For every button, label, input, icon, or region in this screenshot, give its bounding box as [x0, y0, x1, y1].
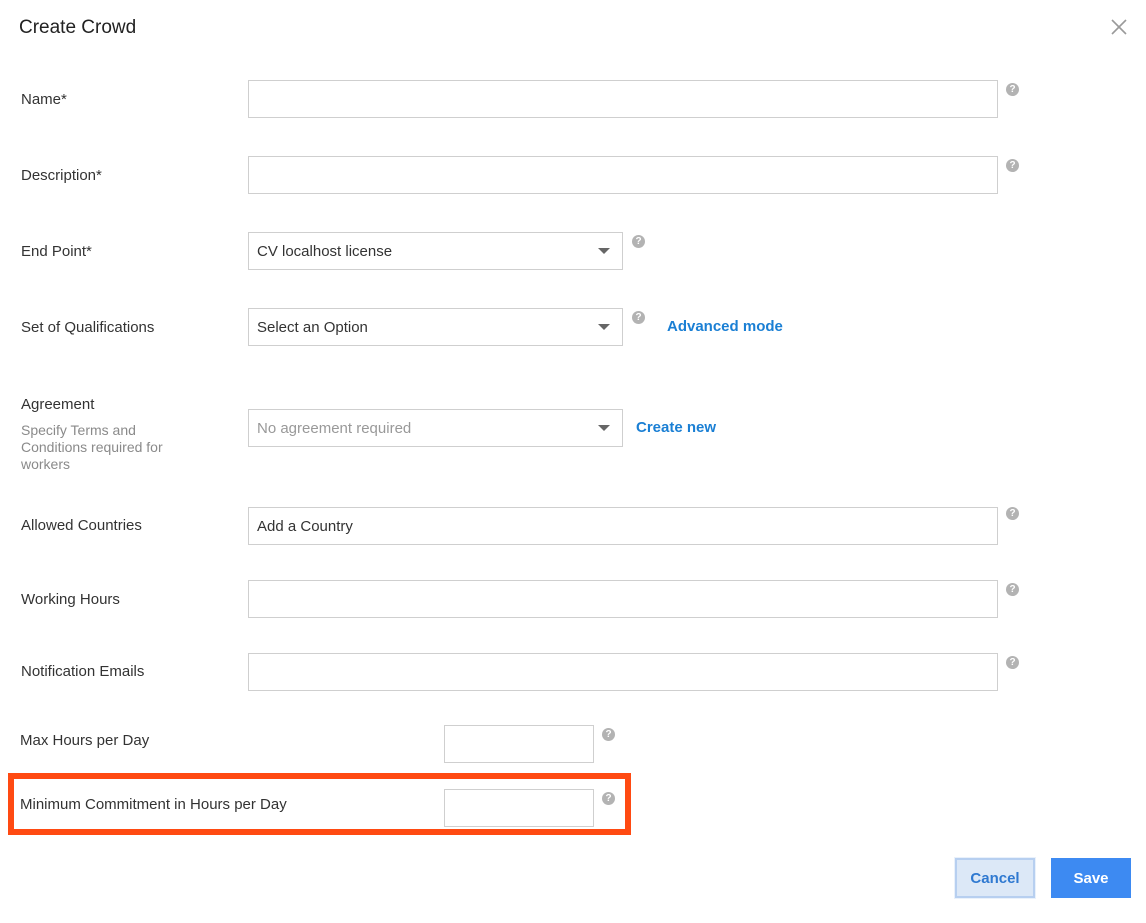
- max-hours-label: Max Hours per Day: [20, 732, 150, 749]
- end-point-select[interactable]: CV localhost license: [248, 232, 623, 270]
- end-point-label: End Point*: [21, 243, 92, 260]
- name-help-icon[interactable]: ?: [1006, 83, 1019, 96]
- end-point-help-icon[interactable]: ?: [632, 235, 645, 248]
- allowed-countries-help-icon[interactable]: ?: [1006, 507, 1019, 520]
- end-point-selected-value: CV localhost license: [257, 242, 393, 260]
- chevron-down-icon: [598, 248, 610, 254]
- notification-emails-input[interactable]: [248, 653, 998, 691]
- working-hours-label: Working Hours: [21, 591, 120, 608]
- notification-emails-help-icon[interactable]: ?: [1006, 656, 1019, 669]
- description-input[interactable]: [248, 156, 998, 194]
- qualifications-selected-value: Select an Option: [257, 318, 368, 336]
- qualifications-help-icon[interactable]: ?: [632, 311, 645, 324]
- name-input[interactable]: [248, 80, 998, 118]
- working-hours-input[interactable]: [248, 580, 998, 618]
- notification-emails-label: Notification Emails: [21, 663, 145, 680]
- close-icon[interactable]: [1110, 18, 1128, 36]
- chevron-down-icon: [598, 324, 610, 330]
- chevron-down-icon: [598, 425, 610, 431]
- agreement-label: Agreement: [21, 396, 95, 413]
- agreement-selected-value: No agreement required: [257, 419, 412, 437]
- max-hours-help-icon[interactable]: ?: [602, 728, 615, 741]
- advanced-mode-link[interactable]: Advanced mode: [667, 318, 783, 335]
- allowed-countries-input[interactable]: Add a Country: [248, 507, 998, 545]
- name-label: Name*: [21, 91, 67, 108]
- min-commitment-input[interactable]: [444, 789, 594, 827]
- agreement-select[interactable]: No agreement required: [248, 409, 623, 447]
- create-new-agreement-link[interactable]: Create new: [636, 419, 716, 436]
- save-button[interactable]: Save: [1051, 858, 1131, 898]
- cancel-button[interactable]: Cancel: [955, 858, 1035, 898]
- dialog-title: Create Crowd: [19, 17, 137, 38]
- qualifications-label: Set of Qualifications: [21, 319, 155, 336]
- max-hours-input[interactable]: [444, 725, 594, 763]
- min-commitment-help-icon[interactable]: ?: [602, 792, 615, 805]
- description-label: Description*: [21, 167, 102, 184]
- working-hours-help-icon[interactable]: ?: [1006, 583, 1019, 596]
- min-commitment-label: Minimum Commitment in Hours per Day: [20, 796, 287, 813]
- allowed-countries-placeholder: Add a Country: [257, 517, 353, 535]
- description-help-icon[interactable]: ?: [1006, 159, 1019, 172]
- allowed-countries-label: Allowed Countries: [21, 517, 142, 534]
- agreement-hint: Specify Terms and Conditions required fo…: [21, 422, 163, 472]
- qualifications-select[interactable]: Select an Option: [248, 308, 623, 346]
